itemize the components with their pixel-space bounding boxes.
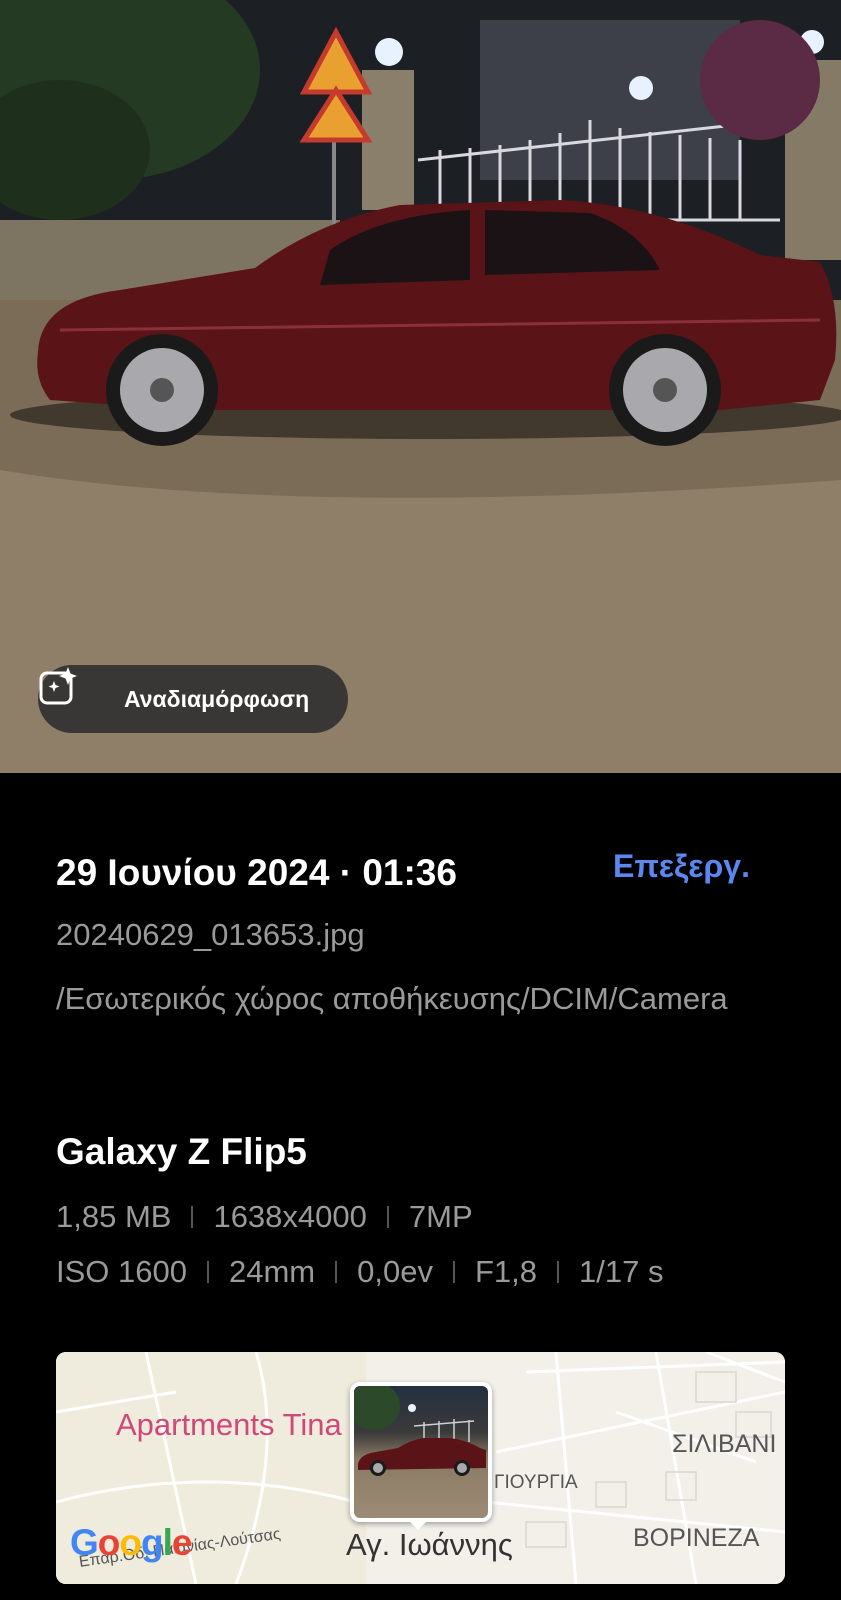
google-logo-letter: G — [70, 1522, 99, 1563]
divider — [452, 1261, 455, 1283]
remaster-button[interactable]: Αναδιαμόρφωση — [38, 665, 348, 733]
google-logo-letter: g — [141, 1522, 164, 1563]
iso-value: ISO 1600 — [56, 1254, 187, 1289]
focal-length: 24mm — [228, 1254, 316, 1289]
shutter-speed: 1/17 s — [579, 1254, 664, 1289]
google-logo-letter: o — [97, 1522, 121, 1563]
map-label-ioannis: Αγ. Ιωάννης — [346, 1527, 513, 1562]
divider — [191, 1206, 194, 1228]
divider — [386, 1206, 389, 1228]
map-label-giourgia: ΓΙΟΥΡΓΙΑ — [494, 1472, 578, 1493]
device-name: Galaxy Z Flip5 — [56, 1131, 307, 1172]
file-specs: 1,85 MB 1638x4000 7MP — [56, 1199, 473, 1235]
map-label-voryneza: ΒΟΡΙΝΕΖΑ — [633, 1524, 760, 1552]
file-size: 1,85 MB — [56, 1199, 172, 1234]
camera-specs: ISO 1600 24mm 0,0ev F1,8 1/17 s — [56, 1254, 663, 1290]
map-photo-thumbnail[interactable] — [350, 1382, 492, 1522]
image-resolution: 1638x4000 — [213, 1199, 367, 1234]
megapixels: 7MP — [408, 1199, 473, 1234]
divider — [557, 1261, 559, 1283]
edit-details-button[interactable]: Επεξεργ. — [613, 848, 750, 885]
google-logo: Google — [70, 1522, 193, 1564]
thumbnail-pointer — [406, 1518, 430, 1530]
google-logo-letter: e — [171, 1522, 193, 1563]
google-logo-letter: l — [162, 1522, 173, 1563]
divider — [206, 1261, 209, 1283]
location-map[interactable]: Apartments Tina ΣΙΛΙΒΑΝΙ ΓΙΟΥΡΓΙΑ ΒΟΡΙΝΕ… — [56, 1352, 785, 1584]
thumbnail-car-image — [354, 1386, 486, 1476]
google-logo-letter: o — [119, 1522, 142, 1563]
divider — [335, 1261, 338, 1283]
car-photo — [0, 0, 841, 773]
file-path: /Εσωτερικός χώρος αποθήκευσης/DCIM/Camer… — [56, 981, 728, 1016]
map-label-apartments: Apartments Tina — [116, 1407, 342, 1442]
photo-viewer[interactable]: Αναδιαμόρφωση — [0, 0, 841, 773]
file-name: 20240629_013653.jpg — [56, 917, 365, 952]
aperture: F1,8 — [474, 1254, 537, 1289]
map-label-silivani: ΣΙΛΙΒΑΝΙ — [672, 1430, 777, 1458]
sparkle-image-icon — [39, 667, 104, 720]
remaster-button-label: Αναδιαμόρφωση — [124, 685, 310, 712]
photo-datetime: 29 Ιουνίου 2024 · 01:36 — [56, 852, 457, 893]
exposure-value: 0,0ev — [357, 1254, 433, 1289]
